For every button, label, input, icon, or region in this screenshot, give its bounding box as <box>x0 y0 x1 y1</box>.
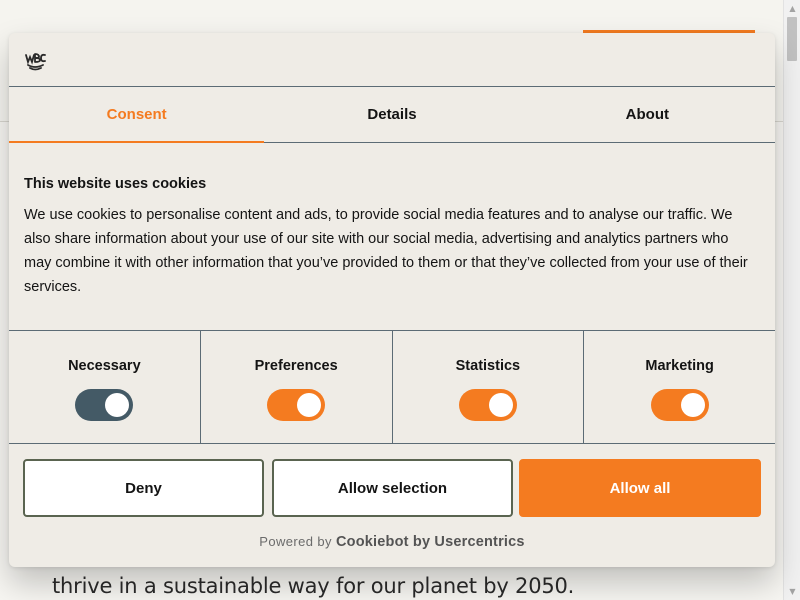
tab-consent[interactable]: Consent <box>9 87 265 143</box>
category-label: Preferences <box>254 358 338 374</box>
allow-all-button[interactable]: Allow all <box>519 459 761 517</box>
tab-details[interactable]: Details <box>264 87 519 142</box>
category-label: Marketing <box>645 358 714 374</box>
vertical-scrollbar[interactable]: ▲ ▼ <box>783 0 800 600</box>
toggle-knob <box>680 393 705 417</box>
powered-by-prefix: Powered by <box>259 534 332 549</box>
toggle-knob <box>105 393 130 417</box>
scroll-up-arrow-icon[interactable]: ▲ <box>784 0 800 17</box>
category-necessary: Necessary <box>9 331 201 443</box>
preferences-toggle-switch[interactable] <box>267 389 326 421</box>
scroll-down-arrow-icon[interactable]: ▼ <box>784 583 800 600</box>
wbc-logo-icon <box>24 49 46 71</box>
necessary-toggle-switch[interactable] <box>75 389 134 421</box>
allow-selection-button[interactable]: Allow selection <box>272 459 513 517</box>
statistics-toggle-switch[interactable] <box>458 389 517 421</box>
category-preferences: Preferences <box>201 331 393 443</box>
dialog-title: This website uses cookies <box>24 176 207 192</box>
category-label: Statistics <box>455 358 521 374</box>
tab-about[interactable]: About <box>520 87 775 142</box>
marketing-toggle-switch[interactable] <box>650 389 709 421</box>
consent-buttons: Deny Allow selection Allow all <box>23 459 761 517</box>
dialog-description: We use cookies to personalise content an… <box>24 207 748 295</box>
consent-category-toggles: Necessary Preferences Statistics Marketi… <box>9 330 775 444</box>
deny-button[interactable]: Deny <box>23 459 264 517</box>
toggle-knob <box>297 393 322 417</box>
consent-tabs: Consent Details About <box>9 86 775 143</box>
powered-by-brand-link[interactable]: Cookiebot by Usercentrics <box>336 534 525 550</box>
toggle-knob <box>488 393 513 417</box>
cookie-consent-dialog: Consent Details About This website uses … <box>9 33 775 567</box>
category-statistics: Statistics <box>393 331 585 443</box>
scrollbar-thumb[interactable] <box>787 17 797 61</box>
powered-by: Powered by Cookiebot by Usercentrics <box>9 534 775 550</box>
page-body-text: thrive in a sustainable way for our plan… <box>52 574 575 598</box>
category-marketing: Marketing <box>584 331 775 443</box>
category-label: Necessary <box>68 358 141 374</box>
